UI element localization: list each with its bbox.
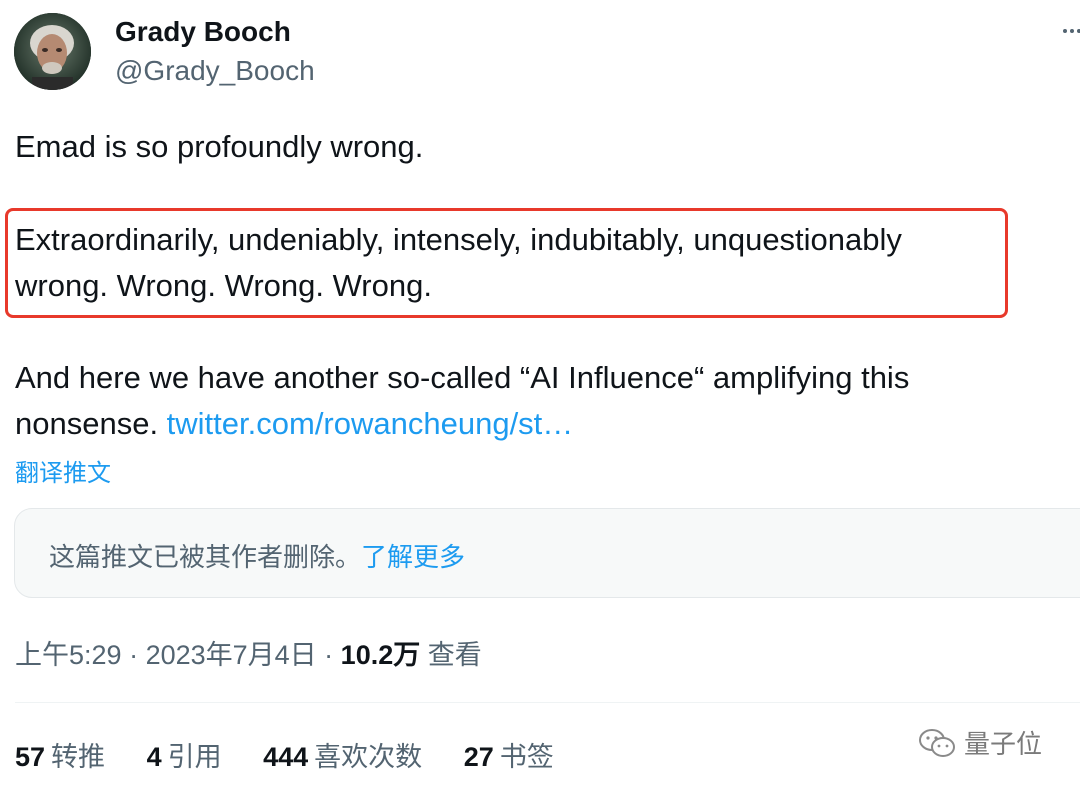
- tweet-external-link[interactable]: twitter.com/rowancheung/st…: [167, 406, 574, 441]
- retweets-count: 57: [15, 742, 46, 772]
- divider: [15, 702, 1080, 703]
- author-name[interactable]: Grady Booch: [115, 16, 291, 48]
- tweet-text-line-1: Emad is so profoundly wrong.: [15, 129, 424, 164]
- tweet-page: Grady Booch @Grady_Booch Emad is so prof…: [0, 0, 1080, 790]
- quotes-count: 4: [146, 742, 162, 772]
- likes-stat[interactable]: 444 喜欢次数: [263, 735, 422, 774]
- tweet-text-line-5: nonsense. twitter.com/rowancheung/st…: [15, 405, 573, 443]
- deleted-quote-message: 这篇推文已被其作者删除。了解更多: [49, 537, 465, 574]
- tweet-meta: 上午5:29 · 2023年7月4日 · 10.2万 查看: [15, 633, 482, 672]
- bookmarks-stat[interactable]: 27 书签: [464, 735, 554, 774]
- views-count: 10.2万: [340, 640, 421, 670]
- watermark: 量子位: [918, 724, 1042, 761]
- retweets-label: 转推: [51, 742, 106, 772]
- likes-count: 444: [263, 742, 309, 772]
- tweet-time[interactable]: 上午5:29: [15, 640, 122, 670]
- engagement-stats: 57 转推 4 引用 444 喜欢次数 27 书签: [15, 735, 588, 774]
- views-label: 查看: [420, 640, 482, 670]
- tweet-text-line-4: And here we have another so-called “AI I…: [15, 360, 910, 395]
- tweet-text-line-3: wrong. Wrong. Wrong. Wrong.: [15, 268, 432, 303]
- meta-separator: ·: [316, 640, 341, 670]
- deleted-quote-card: 这篇推文已被其作者删除。了解更多: [14, 508, 1080, 598]
- author-handle[interactable]: @Grady_Booch: [115, 55, 315, 87]
- tweet-text-line-2: Extraordinarily, undeniably, intensely, …: [15, 222, 902, 257]
- bookmarks-count: 27: [463, 742, 494, 772]
- meta-separator: ·: [121, 640, 146, 670]
- tweet-date[interactable]: 2023年7月4日: [146, 640, 317, 670]
- author-avatar[interactable]: [14, 13, 91, 90]
- bookmarks-label: 书签: [499, 742, 554, 772]
- tweet-text-line-5-prefix: nonsense.: [15, 406, 167, 441]
- quotes-stat[interactable]: 4 引用: [147, 735, 222, 774]
- quotes-label: 引用: [167, 742, 222, 772]
- avatar-photo: [14, 13, 91, 90]
- wechat-icon: [919, 728, 955, 757]
- translate-tweet-link[interactable]: 翻译推文: [15, 453, 111, 488]
- deleted-quote-text: 这篇推文已被其作者删除。: [49, 542, 362, 572]
- likes-label: 喜欢次数: [314, 742, 423, 772]
- watermark-text: 量子位: [964, 729, 1043, 759]
- learn-more-link[interactable]: 了解更多: [361, 542, 465, 572]
- retweets-stat[interactable]: 57 转推: [15, 735, 105, 774]
- more-horizontal-icon[interactable]: [1062, 22, 1080, 42]
